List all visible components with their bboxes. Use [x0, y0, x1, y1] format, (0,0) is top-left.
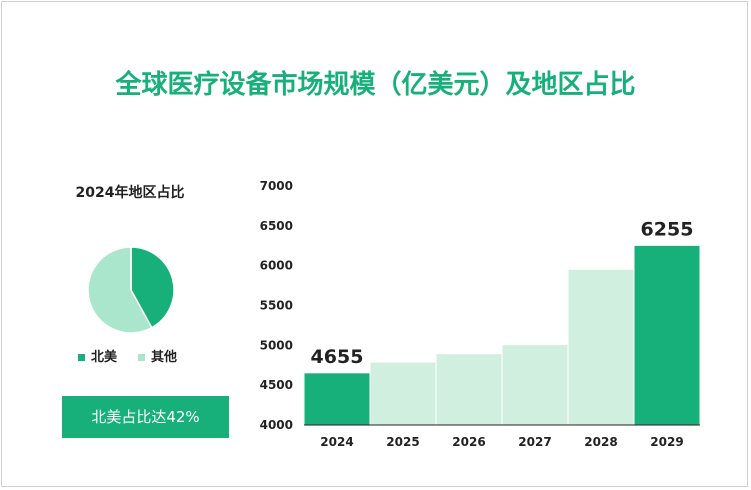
bar-2029 [633, 244, 701, 426]
bar-2026 [435, 353, 503, 426]
x-tick-label: 2024 [320, 435, 353, 449]
x-tick-label: 2027 [518, 435, 551, 449]
bar-2028 [567, 268, 635, 426]
bar-2027 [501, 344, 569, 426]
data-label-2029: 6255 [641, 218, 694, 240]
y-tick-label: 4500 [260, 378, 293, 392]
x-tick-label: 2028 [584, 435, 617, 449]
y-tick-label: 4000 [260, 418, 293, 432]
bar-2025 [369, 361, 437, 426]
x-tick-label: 2026 [452, 435, 485, 449]
y-tick-label: 5000 [260, 338, 293, 352]
y-tick-label: 6000 [260, 259, 293, 273]
chart-canvas: 4000 4500 5000 5500 6000 6500 7000 2024 4655 2025… [87, 179, 701, 449]
data-label-2024: 4655 [311, 346, 364, 368]
bar-2024 [303, 372, 371, 426]
x-tick-label: 2025 [386, 435, 419, 449]
y-tick-label: 5500 [260, 299, 293, 313]
y-tick-label: 7000 [260, 179, 293, 193]
y-tick-label: 6500 [260, 219, 293, 233]
x-tick-label: 2029 [650, 435, 683, 449]
